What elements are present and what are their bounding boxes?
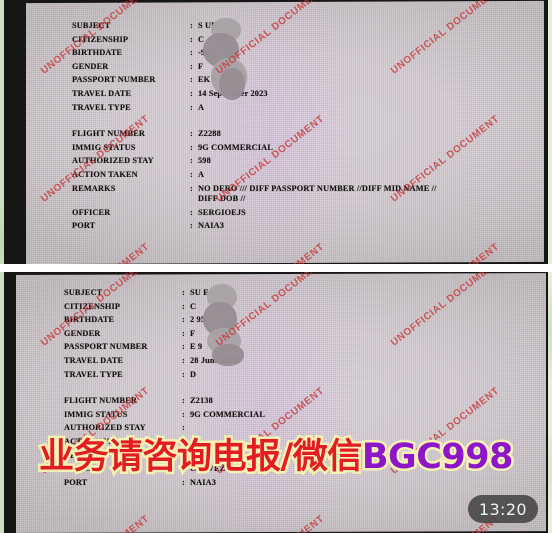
- record-field-label: PASSPORT NUMBER: [64, 342, 148, 352]
- record-field-colon: :: [182, 396, 185, 406]
- promo-overlay-text: 业务请咨询电报/微信 BGC998: [8, 431, 544, 483]
- record-field-label: TRAVEL TYPE: [64, 369, 123, 379]
- record-field-colon: :: [190, 21, 193, 30]
- record-field-colon: :: [182, 315, 185, 325]
- photo-message-top[interactable]: SUBJECT:S UECITIZENSHIP:CBIRTHDATE: -95G…: [4, 0, 548, 264]
- record-field-value: SERGIOEJS: [198, 207, 246, 217]
- record-field-label: IMMIG STATUS: [72, 142, 136, 152]
- record-field-label: IMMIG STATUS: [64, 409, 128, 419]
- record-field-label: SUBJECT: [72, 21, 111, 30]
- record-field-label: TRAVEL DATE: [64, 355, 124, 365]
- record-field-label: GENDER: [64, 328, 101, 338]
- record-field-value-redacted: F: [190, 328, 196, 338]
- record-field-value: Z2288: [198, 129, 221, 139]
- record-field-value: 9G COMMERCIAL: [198, 142, 274, 152]
- promo-chinese-text: 业务请咨询电报/微信: [37, 436, 365, 477]
- record-field-label: AUTHORIZED STAY: [72, 156, 154, 166]
- record-field-label: OFFICER: [72, 207, 111, 217]
- record-field-value: A: [198, 169, 205, 179]
- redaction-blob: [212, 344, 244, 366]
- record-field-label: SUBJECT: [64, 288, 103, 297]
- promo-code-text: BGC998: [359, 436, 516, 477]
- record-field-label: REMARKS: [72, 183, 116, 193]
- record-field-colon: :: [182, 328, 185, 338]
- record-field-value-redacted: F: [198, 61, 204, 71]
- record-field-value-redacted: C: [190, 301, 197, 311]
- record-field-value: A: [198, 102, 205, 112]
- photo-separator: [0, 264, 552, 272]
- record-field-colon: :: [182, 409, 185, 419]
- record-field-colon: :: [182, 369, 185, 379]
- record-field-label: BIRTHDATE: [72, 48, 123, 58]
- photo-message-bottom[interactable]: SUBJECT: SU E CITIZENSHIP: C BIRTHDATE:2 95 G…: [4, 272, 548, 533]
- record-field-value: 598: [198, 156, 211, 166]
- record-field-label: CITIZENSHIP: [64, 301, 121, 311]
- record-field-value: D: [190, 369, 197, 379]
- record-field-colon: :: [190, 221, 193, 231]
- record-field-label: TRAVEL TYPE: [72, 102, 131, 112]
- record-field-colon: :: [190, 61, 193, 71]
- record-field-label: BIRTHDATE: [64, 315, 115, 325]
- record-field-value: NAIA3: [198, 221, 225, 231]
- record-field-label: ACTION TAKEN: [72, 169, 138, 179]
- record-field-colon: :: [190, 88, 193, 98]
- record-field-colon: :: [190, 34, 193, 44]
- record-field-colon: :: [190, 129, 193, 139]
- record-field-value-redacted: E 9: [190, 342, 203, 352]
- record-field-value: NO DERO /// DIFF PASSPORT NUMBER //DIFF …: [198, 183, 437, 193]
- record-field-label: CITIZENSHIP: [72, 34, 129, 44]
- record-field-label: TRAVEL DATE: [72, 88, 132, 98]
- record-field-colon: :: [190, 156, 193, 166]
- record-field-colon: :: [190, 48, 193, 58]
- record-field-colon: :: [182, 355, 185, 365]
- record-field-value-redacted: SU E: [190, 288, 209, 297]
- record-field-label: FLIGHT NUMBER: [64, 396, 138, 406]
- record-field-colon: :: [190, 102, 193, 112]
- record-field-colon: :: [190, 183, 193, 193]
- record-field-value: 9G COMMERCIAL: [190, 409, 266, 419]
- redaction-blob: [219, 68, 245, 100]
- record-field-label: GENDER: [72, 61, 109, 71]
- record-field-colon: :: [190, 75, 193, 85]
- record-field-value-continued: DIFF DOB //: [198, 194, 246, 204]
- record-field-colon: :: [190, 169, 193, 179]
- record-field-colon: :: [182, 342, 185, 352]
- record-field-label: PASSPORT NUMBER: [72, 75, 156, 85]
- record-field-colon: :: [190, 142, 193, 152]
- record-field-colon: :: [190, 207, 193, 217]
- record-field-value: Z2138: [190, 396, 213, 406]
- timestamp-badge: 13:20: [467, 495, 538, 523]
- screenshot-root: SUBJECT:S UECITIZENSHIP:CBIRTHDATE: -95G…: [0, 0, 552, 533]
- record-field-colon: :: [182, 288, 185, 297]
- record-field-colon: :: [182, 301, 185, 311]
- record-field-label: PORT: [72, 221, 96, 231]
- record-field-label: FLIGHT NUMBER: [72, 129, 146, 139]
